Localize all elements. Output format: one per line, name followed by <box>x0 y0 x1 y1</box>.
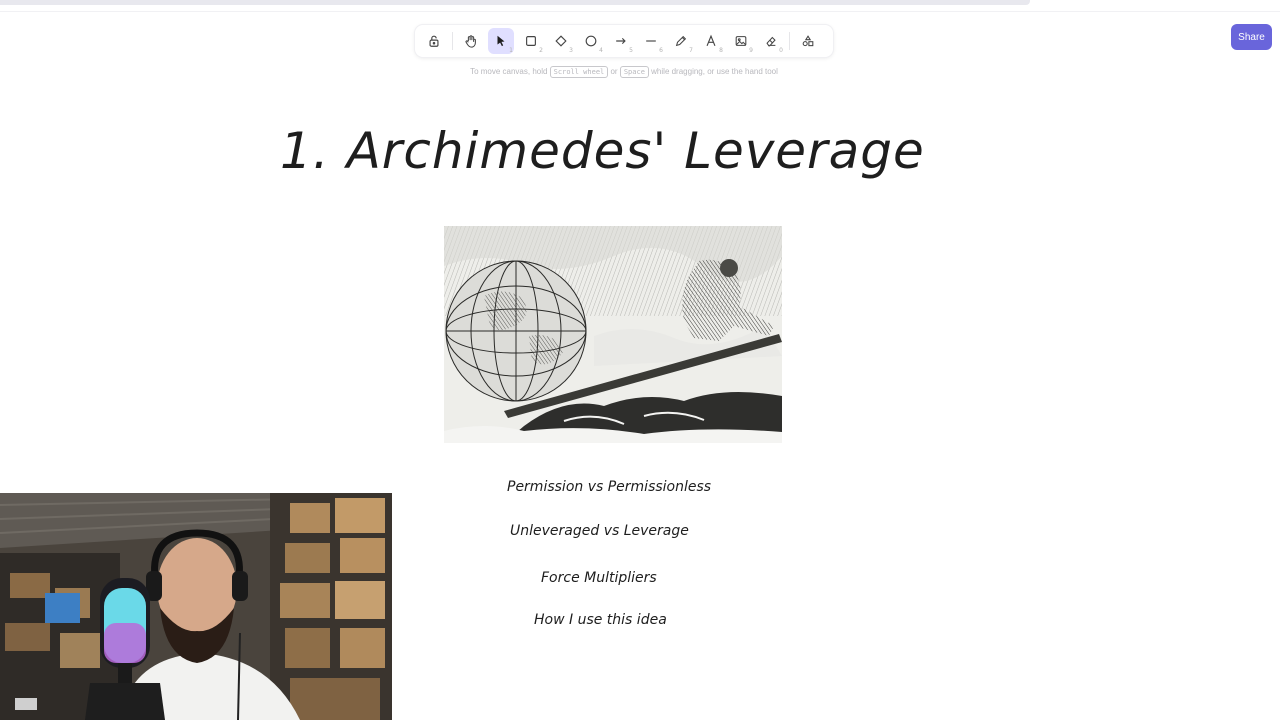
canvas-hint: To move canvas, hold Scroll wheel or Spa… <box>0 66 1248 78</box>
hint-suffix: while dragging, or use the hand tool <box>651 67 778 76</box>
shortcut-key: 9 <box>749 47 753 54</box>
tool-lock[interactable] <box>421 28 447 54</box>
shortcut-key: 5 <box>629 47 633 54</box>
tool-arrow[interactable]: 5 <box>608 28 634 54</box>
hand-icon <box>465 35 476 48</box>
tool-diamond[interactable]: 3 <box>548 28 574 54</box>
line-icon <box>646 40 656 42</box>
canvas-title[interactable]: 1. Archimedes' Leverage <box>280 122 940 200</box>
tool-line[interactable]: 6 <box>638 28 664 54</box>
tool-draw[interactable]: 7 <box>668 28 694 54</box>
diamond-icon <box>555 35 567 47</box>
image-icon <box>735 36 747 46</box>
progress-bar <box>0 0 1030 5</box>
shortcut-key: 1 <box>509 47 513 54</box>
tools-toolbar: 1 2 3 4 5 6 7 8 9 0 <box>415 25 833 57</box>
webcam-overlay <box>0 493 392 720</box>
tool-ellipse[interactable]: 4 <box>578 28 604 54</box>
share-button[interactable]: Share <box>1231 24 1272 50</box>
note-force-multipliers[interactable]: Force Multipliers <box>541 570 657 586</box>
shortcut-key: 4 <box>599 47 603 54</box>
hint-or: or <box>610 67 618 76</box>
arrow-icon <box>616 37 626 45</box>
tool-text[interactable]: 8 <box>698 28 724 54</box>
pencil-icon <box>675 35 687 47</box>
shortcut-key: 6 <box>659 47 663 54</box>
eraser-icon <box>766 36 776 47</box>
lock-icon <box>429 35 439 47</box>
tool-hand[interactable] <box>458 28 484 54</box>
note-how-i-use[interactable]: How I use this idea <box>534 612 667 628</box>
tool-rectangle[interactable]: 2 <box>518 28 544 54</box>
shortcut-key: 0 <box>779 47 783 54</box>
note-permission[interactable]: Permission vs Permissionless <box>507 479 711 495</box>
ellipse-icon <box>585 35 597 47</box>
toolbar-separator <box>452 32 453 50</box>
hint-key-space: Space <box>619 66 649 78</box>
pointer-icon <box>497 35 505 47</box>
text-icon <box>706 34 716 47</box>
tool-eraser[interactable]: 0 <box>758 28 784 54</box>
tool-image[interactable]: 9 <box>728 28 754 54</box>
shortcut-key: 3 <box>569 47 573 54</box>
top-divider <box>0 11 1280 12</box>
shortcut-key: 2 <box>539 47 543 54</box>
hint-key-scroll: Scroll wheel <box>549 66 609 78</box>
toolbar-separator <box>789 32 790 50</box>
browser-progress-strip <box>0 0 1280 12</box>
shapes-icon <box>802 35 814 47</box>
shortcut-key: 8 <box>719 47 723 54</box>
archimedes-lever-engraving[interactable] <box>444 226 782 443</box>
note-leverage[interactable]: Unleveraged vs Leverage <box>510 523 689 539</box>
shortcut-key: 7 <box>689 47 693 54</box>
hint-prefix: To move canvas, hold <box>470 67 548 76</box>
tool-selection[interactable]: 1 <box>488 28 514 54</box>
rectangle-icon <box>526 36 536 46</box>
tool-extra[interactable] <box>795 28 821 54</box>
